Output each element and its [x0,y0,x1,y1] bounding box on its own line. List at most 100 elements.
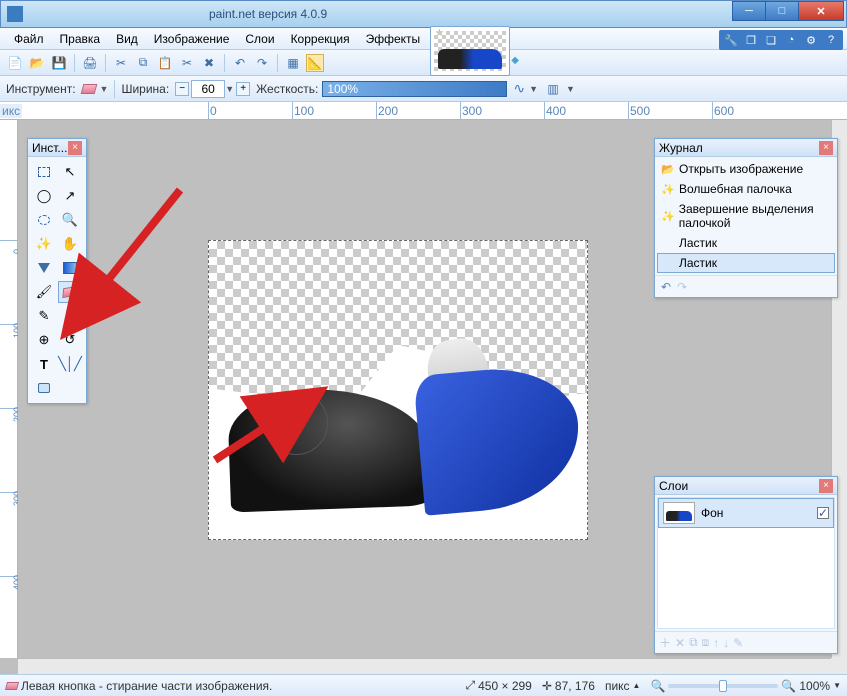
merge-down-icon[interactable]: ⧈ [702,635,710,650]
width-increase-button[interactable]: + [236,82,250,96]
undo-history-icon[interactable]: ↶ [661,280,671,294]
layers-panel-close[interactable]: × [819,479,833,493]
layers-window-icon[interactable]: ❏ [763,32,779,48]
zoom-out-icon[interactable]: 🔍 [650,679,665,693]
zoom-slider[interactable] [668,684,778,688]
status-size: 450 × 299 [478,679,532,693]
menu-adjust[interactable]: Коррекция [283,30,358,48]
tool-gradient[interactable] [58,257,82,279]
tools-panel[interactable]: Инст... × ↖ ◯ ↗ 🔍 ✨ ✋ 🖌 ✎ 💧 ⊕ ↺ T ╲│╱ [27,138,87,404]
eraser-icon[interactable] [80,84,97,94]
redo-history-icon[interactable]: ↷ [677,280,687,294]
history-item-eraser-current[interactable]: Ластик [657,253,835,273]
add-layer-icon[interactable]: ＋ [659,634,671,651]
tool-color-picker[interactable]: 💧 [58,305,82,327]
tool-lasso[interactable]: ◯ [32,185,56,207]
tools-window-icon[interactable]: 🔧 [723,32,739,48]
grid-icon[interactable]: ▦ [284,54,302,72]
tool-pencil[interactable]: ✎ [32,305,56,327]
tool-text[interactable]: T [32,353,56,375]
hardness-slider[interactable]: 100% [322,81,507,97]
history-item-wand[interactable]: ✨ Волшебная палочка [657,179,835,199]
tool-shapes[interactable] [32,377,56,399]
status-zoom: 100% [799,679,830,693]
instrument-label: Инструмент: [6,82,76,96]
status-unit[interactable]: пикс [605,679,630,693]
tool-dropdown-icon[interactable]: ▼ [100,84,109,94]
tool-move-selection[interactable]: ↖ [58,161,82,183]
history-footer: ↶ ↷ [655,275,837,297]
tools-panel-close[interactable]: × [68,141,82,155]
colors-window-icon[interactable]: ◔ [783,32,799,48]
move-up-icon[interactable]: ↑ [713,636,719,650]
duplicate-layer-icon[interactable]: ⧉ [689,635,698,650]
undo-icon[interactable]: ↶ [231,54,249,72]
layers-panel[interactable]: Слои × Фон ✓ ＋ ✕ ⧉ ⧈ ↑ ↓ ✎ [654,476,838,654]
menu-edit[interactable]: Правка [52,30,109,48]
status-bar: Левая кнопка - стирание части изображени… [0,674,847,696]
history-item-eraser[interactable]: Ластик [657,233,835,253]
deselect-icon[interactable]: ✖ [200,54,218,72]
width-decrease-button[interactable]: − [175,82,189,96]
width-dropdown-icon[interactable]: ▼ [225,84,234,94]
history-item-open[interactable]: 📂Открыть изображение [657,159,835,179]
help-icon[interactable]: ? [823,32,839,48]
tool-paintbrush[interactable]: 🖌 [32,281,56,303]
tool-zoom[interactable]: 🔍 [58,209,82,231]
antialias-dropdown[interactable]: ▼ [529,84,538,94]
paste-icon[interactable]: 📋 [156,54,174,72]
history-panel-close[interactable]: × [819,141,833,155]
menu-image[interactable]: Изображение [146,30,238,48]
antialias-icon[interactable]: ∿ [513,80,525,97]
scrollbar-horizontal[interactable] [18,658,831,674]
settings-icon[interactable]: ⚙ [803,32,819,48]
redo-icon[interactable]: ↷ [253,54,271,72]
history-label: Волшебная палочка [679,182,792,196]
unit-dropdown-icon[interactable]: ▲ [633,681,641,690]
open-icon[interactable]: 📂 [28,54,46,72]
wand-icon: ✨ [661,183,675,195]
crop-icon[interactable]: ✂ [178,54,196,72]
new-icon[interactable]: 📄 [6,54,24,72]
menu-layers[interactable]: Слои [237,30,282,48]
menu-effects[interactable]: Эффекты [358,30,429,48]
menu-view[interactable]: Вид [108,30,146,48]
print-icon[interactable]: 🖨 [81,54,99,72]
delete-layer-icon[interactable]: ✕ [675,636,685,650]
cut-icon[interactable]: ✂ [112,54,130,72]
tool-recolor[interactable]: ↺ [58,329,82,351]
tool-pan[interactable]: ✋ [58,233,82,255]
cursor-pos-icon: ✛ [542,679,552,693]
layer-item-background[interactable]: Фон ✓ [658,498,834,528]
layer-properties-icon[interactable]: ✎ [733,636,743,650]
tool-ellipse-select[interactable] [32,209,56,231]
move-down-icon[interactable]: ↓ [723,636,729,650]
menu-file[interactable]: Файл [6,30,52,48]
width-input[interactable] [191,80,225,98]
history-panel[interactable]: Журнал × 📂Открыть изображение ✨Волшебная… [654,138,838,298]
zoom-in-icon[interactable]: 🔍 [781,679,796,693]
tool-line[interactable]: ╲│╱ [58,353,82,375]
history-window-icon[interactable]: ❐ [743,32,759,48]
copy-icon[interactable]: ⧉ [134,54,152,72]
tool-magic-wand[interactable]: ✨ [32,233,56,255]
zoom-knob[interactable] [719,680,727,692]
close-button[interactable]: ✕ [798,1,844,21]
tool-eraser[interactable] [58,281,82,303]
history-list: 📂Открыть изображение ✨Волшебная палочка … [655,157,837,275]
blend-dropdown[interactable]: ▼ [566,84,575,94]
tool-clone-stamp[interactable]: ⊕ [32,329,56,351]
minimize-button[interactable]: ─ [732,1,766,21]
tool-move-pixels[interactable]: ↗ [58,185,82,207]
tool-rect-select[interactable] [32,161,56,183]
blend-icon[interactable]: ▥ [544,80,562,98]
save-icon[interactable]: 💾 [50,54,68,72]
thumbnail-gem-icon: ◆ [511,55,519,66]
zoom-dropdown-icon[interactable]: ▼ [833,681,841,690]
document-thumbnail[interactable]: ★ ◆ [430,26,510,76]
history-item-wand-finish[interactable]: ✨Завершение выделения палочкой [657,199,835,233]
layer-visibility-checkbox[interactable]: ✓ [817,507,829,519]
tool-paint-bucket[interactable] [32,257,56,279]
maximize-button[interactable]: □ [765,1,799,21]
ruler-icon[interactable]: 📐 [306,54,324,72]
